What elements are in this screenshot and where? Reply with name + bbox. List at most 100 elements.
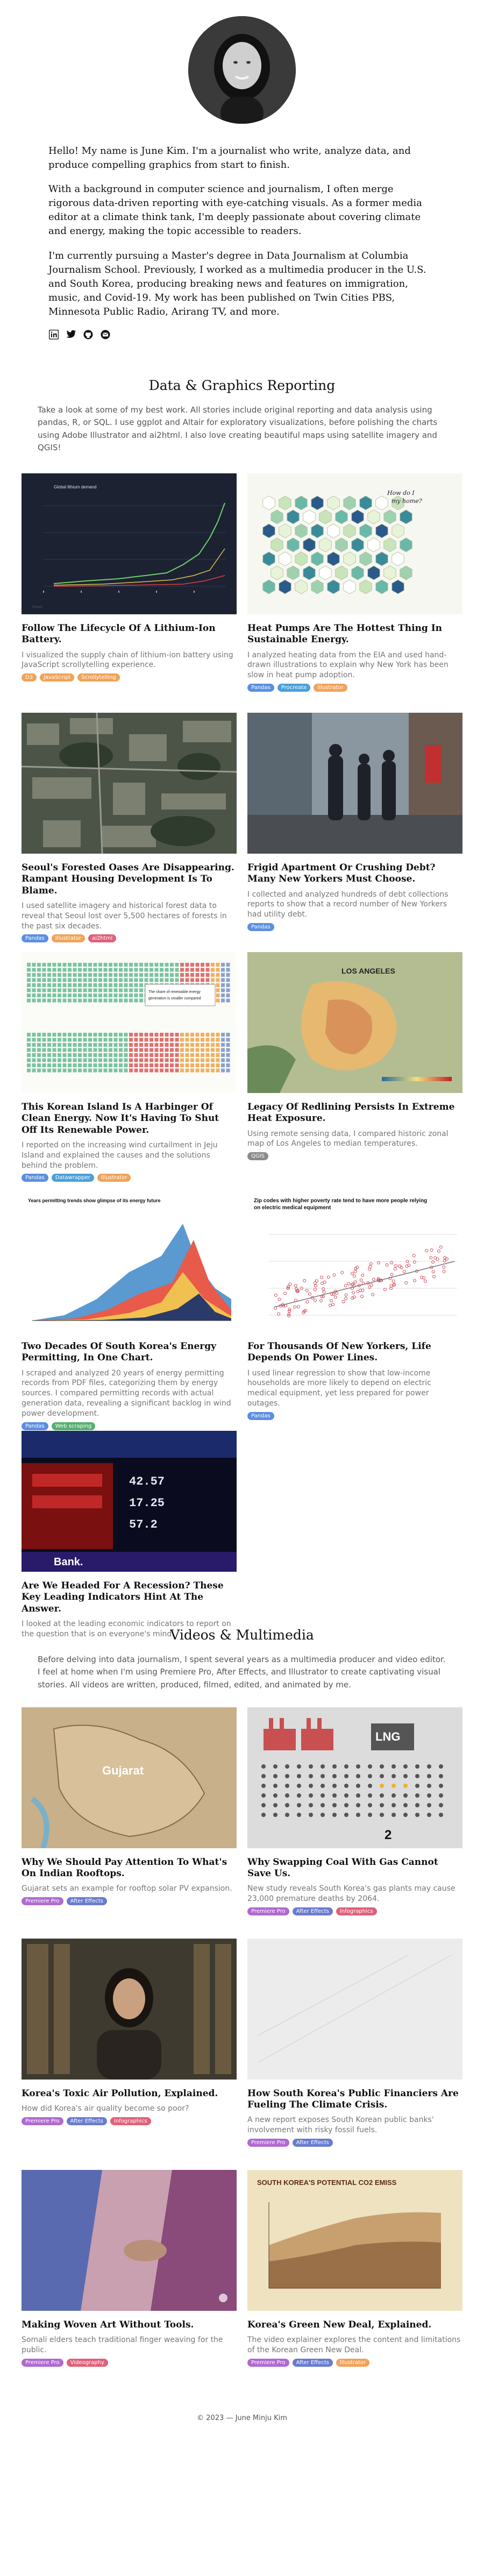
waffle-cell: [109, 998, 112, 1003]
waffle-cell: [226, 1038, 230, 1042]
video-card[interactable]: Korea's Toxic Air Pollution, Explained. …: [22, 1938, 237, 2125]
video-thumbnail[interactable]: [22, 1938, 237, 2080]
waffle-cell: [226, 1053, 230, 1058]
waffle-cell: [42, 1053, 46, 1058]
video-title[interactable]: Korea's Toxic Air Pollution, Explained.: [22, 2088, 237, 2099]
waffle-cell: [154, 1043, 159, 1047]
email-icon[interactable]: [100, 329, 111, 340]
video-title[interactable]: Making Woven Art Without Tools.: [22, 2319, 237, 2331]
story-thumbnail-battery-chart[interactable]: Global lithium demand Source: [22, 473, 237, 615]
tag-list: D3 JavaScript Scrollytelling: [22, 673, 237, 682]
video-card[interactable]: Making Woven Art Without Tools. Somali e…: [22, 2169, 237, 2367]
video-title[interactable]: Why Swapping Coal With Gas Cannot Save U…: [247, 1857, 462, 1880]
svg-text:my home?: my home?: [392, 498, 422, 505]
waffle-cell: [205, 1038, 210, 1042]
svg-text:57.2: 57.2: [129, 1518, 158, 1531]
waffle-cell: [150, 1043, 153, 1047]
story-title[interactable]: Frigid Apartment Or Crushing Debt? Many …: [247, 862, 462, 885]
story-thumbnail-nyc-street[interactable]: [247, 713, 462, 854]
video-thumbnail[interactable]: Gujarat: [22, 1707, 237, 1848]
video-card[interactable]: LNG 2 Why Swapping Coal With Gas Cannot …: [247, 1707, 462, 1916]
waffle-cell: [175, 1043, 179, 1047]
story-title[interactable]: Are We Headed For A Recession? These Key…: [22, 1580, 237, 1615]
person-dot: [273, 1764, 277, 1769]
person-dot: [297, 1793, 301, 1798]
story-title[interactable]: Legacy Of Redlining Persists In Extreme …: [247, 1102, 462, 1125]
video-card[interactable]: Gujarat Why We Should Pay Attention To W…: [22, 1707, 237, 1906]
video-title[interactable]: Korea's Green New Deal, Explained.: [247, 2319, 462, 2331]
waffle-cell: [221, 1033, 225, 1037]
video-title[interactable]: Why We Should Pay Attention To What's On…: [22, 1857, 237, 1880]
waffle-cell: [37, 998, 41, 1003]
waffle-cell: [83, 988, 87, 992]
story-title[interactable]: This Korean Island Is A Harbinger Of Cle…: [22, 1102, 237, 1136]
waffle-cell: [98, 994, 102, 998]
story-card[interactable]: Seoul's Forested Oases Are Disappearing.…: [22, 713, 237, 943]
waffle-cell: [129, 994, 133, 998]
waffle-cell: [42, 988, 46, 992]
story-thumbnail-seoul-aerial[interactable]: [22, 713, 237, 854]
story-title[interactable]: Seoul's Forested Oases Are Disappearing.…: [22, 862, 237, 897]
waffle-cell: [129, 978, 133, 982]
person-dot: [356, 1803, 360, 1807]
waffle-cell: [47, 1038, 51, 1042]
waffle-cell: [37, 1038, 41, 1042]
waffle-cell: [139, 1068, 143, 1073]
video-thumbnail[interactable]: LNG 2: [247, 1707, 462, 1848]
video-description: New study reveals South Korea's gas plan…: [247, 1884, 455, 1904]
person-dot: [332, 1793, 337, 1798]
waffle-cell: [180, 1038, 184, 1042]
story-title[interactable]: Heat Pumps Are The Hottest Thing In Sust…: [247, 623, 462, 646]
waffle-cell: [83, 1068, 87, 1073]
twitter-icon[interactable]: [66, 329, 76, 340]
story-card[interactable]: Years permitting trends show glimpse of …: [22, 1191, 237, 1430]
waffle-cell: [47, 1043, 51, 1047]
waffle-cell: [185, 978, 189, 982]
story-thumbnail-jeju-waffle[interactable]: The share of renewable energy generation…: [22, 952, 237, 1094]
person-dot: [321, 1773, 325, 1778]
waffle-cell: [190, 1043, 194, 1047]
story-thumbnail-scatter-plot[interactable]: Zip codes with higher poverty rate tend …: [247, 1191, 462, 1333]
story-card[interactable]: LOS ANGELES Legacy Of Redlining Persists…: [247, 952, 462, 1161]
video-title[interactable]: How South Korea's Public Financiers Are …: [247, 2088, 462, 2111]
waffle-cell: [47, 1068, 51, 1073]
waffle-cell: [195, 1068, 200, 1073]
story-thumbnail-la-heat-map[interactable]: LOS ANGELES: [247, 952, 462, 1094]
video-card[interactable]: How South Korea's Public Financiers Are …: [247, 1938, 462, 2147]
story-title[interactable]: For Thousands Of New Yorkers, Life Depen…: [247, 1341, 462, 1364]
person-dot: [427, 1773, 431, 1778]
person-dot: [309, 1783, 313, 1788]
waffle-cell: [83, 1043, 87, 1047]
story-card[interactable]: The share of renewable energy generation…: [22, 952, 237, 1182]
waffle-cell: [216, 963, 220, 967]
waffle-cell: [88, 1053, 92, 1058]
story-thumbnail-heat-pump-hexmap[interactable]: How do I my home?: [247, 473, 462, 615]
github-icon[interactable]: [83, 329, 94, 340]
video-thumbnail[interactable]: [22, 2169, 237, 2311]
story-card[interactable]: 42.57 17.25 57.2 Bank. Are We Headed For A…: [22, 1431, 237, 1640]
tag-list: Pandas Datawrapper Illustrator: [22, 1174, 237, 1182]
story-card[interactable]: Global lithium demand Source Follow The …: [22, 473, 237, 682]
linkedin-icon[interactable]: [48, 329, 59, 340]
waffle-cell: [216, 1043, 220, 1047]
waffle-cell: [113, 1068, 118, 1073]
waffle-cell: [201, 973, 204, 977]
story-card[interactable]: How do I my home? Heat Pumps Are The Hot…: [247, 473, 462, 692]
waffle-cell: [216, 1058, 220, 1062]
story-title[interactable]: Follow The Lifecycle Of A Lithium-Ion Ba…: [22, 623, 237, 646]
person-dot: [332, 1764, 337, 1769]
story-title[interactable]: Two Decades Of South Korea's Energy Perm…: [22, 1341, 237, 1364]
story-thumbnail-stock-board[interactable]: 42.57 17.25 57.2 Bank.: [22, 1431, 237, 1572]
story-card[interactable]: Zip codes with higher poverty rate tend …: [247, 1191, 462, 1421]
waffle-cell: [42, 973, 46, 977]
waffle-cell: [165, 1058, 169, 1062]
video-card[interactable]: SOUTH KOREA'S POTENTIAL CO2 EMISS Korea'…: [247, 2169, 462, 2367]
waffle-cell: [52, 1053, 56, 1058]
story-card[interactable]: Frigid Apartment Or Crushing Debt? Many …: [247, 713, 462, 932]
video-thumbnail[interactable]: SOUTH KOREA'S POTENTIAL CO2 EMISS: [247, 2169, 462, 2311]
story-thumbnail-energy-area-chart[interactable]: Years permitting trends show glimpse of …: [22, 1191, 237, 1333]
video-thumbnail[interactable]: [247, 1938, 462, 2080]
waffle-cell: [109, 978, 112, 982]
tag-badge: Premiere Pro: [22, 2358, 63, 2367]
waffle-cell: [165, 1053, 169, 1058]
